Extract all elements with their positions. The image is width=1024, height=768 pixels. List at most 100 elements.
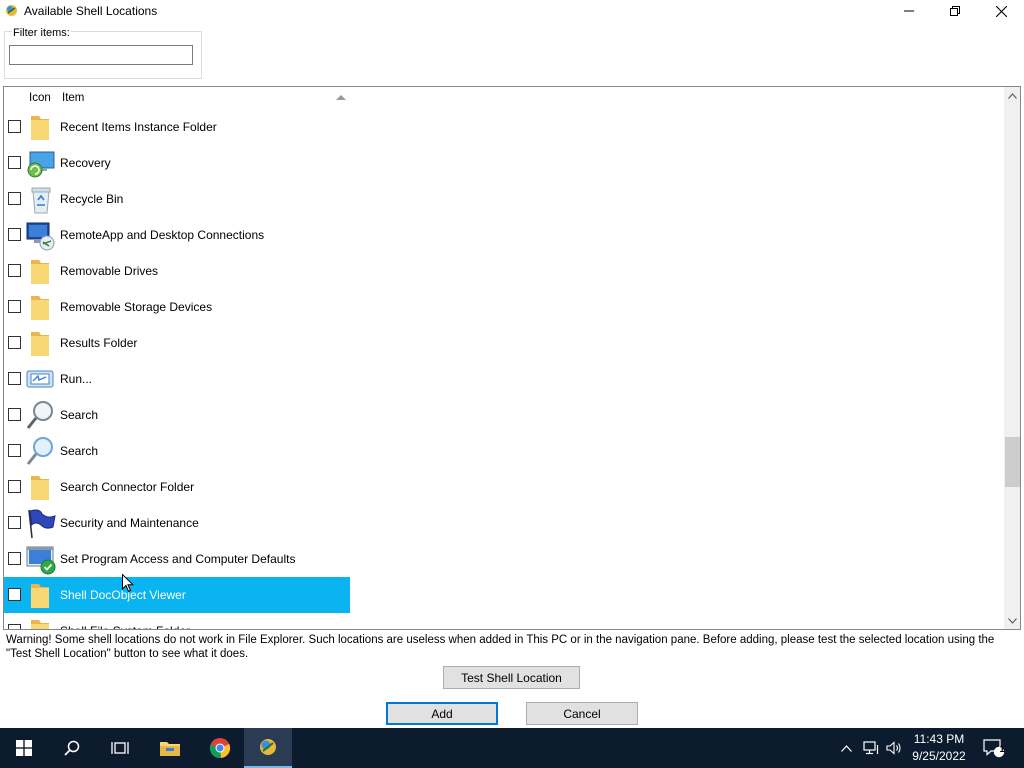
- volume-button[interactable]: [884, 728, 904, 768]
- flag-icon: [28, 509, 56, 539]
- item-label: Results Folder: [60, 336, 138, 350]
- start-icon: [16, 740, 32, 756]
- recovery-icon: [27, 151, 55, 178]
- list-item[interactable]: Run...: [4, 361, 1004, 397]
- clock-time: 11:43 PM: [913, 732, 965, 746]
- volume-icon: [886, 741, 901, 755]
- item-checkbox[interactable]: [8, 372, 21, 385]
- filter-input[interactable]: [9, 45, 193, 65]
- item-checkbox[interactable]: [8, 624, 21, 629]
- chevron-up-icon: [1008, 92, 1017, 99]
- window-title: Available Shell Locations: [24, 4, 158, 18]
- item-label: Security and Maintenance: [60, 516, 199, 530]
- list-item[interactable]: Recovery: [4, 145, 1004, 181]
- vertical-scrollbar[interactable]: [1004, 87, 1020, 629]
- item-label: RemoteApp and Desktop Connections: [60, 228, 265, 242]
- item-checkbox[interactable]: [8, 444, 21, 457]
- list-item[interactable]: Search: [4, 397, 1004, 433]
- taskbar-clock[interactable]: 11:43 PM 9/25/2022: [902, 731, 976, 765]
- item-checkbox[interactable]: [8, 300, 21, 313]
- cancel-button[interactable]: Cancel: [526, 702, 638, 725]
- mouse-cursor-icon: [122, 574, 134, 593]
- list-item[interactable]: RemoteApp and Desktop Connections: [4, 217, 1004, 253]
- search-icon: [26, 401, 53, 429]
- list-item[interactable]: Search Connector Folder: [4, 469, 1004, 505]
- chevron-down-icon: [1008, 617, 1017, 624]
- item-checkbox[interactable]: [8, 408, 21, 421]
- file-explorer-icon: [160, 742, 180, 756]
- folder-icon: [31, 296, 49, 320]
- shell-app-taskbar-button[interactable]: [244, 728, 292, 768]
- list-item[interactable]: Recycle Bin: [4, 181, 1004, 217]
- list-item[interactable]: Shell DocObject Viewer: [4, 577, 1004, 613]
- item-label: Recent Items Instance Folder: [60, 120, 217, 134]
- task-view-button[interactable]: [96, 728, 144, 768]
- item-checkbox[interactable]: [8, 192, 21, 205]
- show-hidden-icons-button[interactable]: [836, 728, 856, 768]
- list-item[interactable]: Removable Storage Devices: [4, 289, 1004, 325]
- folder-icon: [31, 116, 49, 140]
- file-explorer-button[interactable]: [146, 728, 194, 768]
- shell-locations-list[interactable]: Icon Item Recent Items Instance Folder Re…: [3, 86, 1021, 630]
- list-item[interactable]: Shell File System Folder: [4, 613, 1004, 629]
- taskbar-search-button[interactable]: [48, 728, 96, 768]
- remote-app-icon: [26, 222, 55, 251]
- list-item[interactable]: Results Folder: [4, 325, 1004, 361]
- network-icon: [863, 741, 879, 755]
- item-checkbox[interactable]: [8, 552, 21, 565]
- item-checkbox[interactable]: [8, 516, 21, 529]
- item-checkbox[interactable]: [8, 264, 21, 277]
- scroll-up-button[interactable]: [1004, 87, 1020, 104]
- program-defaults-icon: [26, 546, 56, 575]
- folder-icon: [31, 260, 49, 284]
- close-button[interactable]: [978, 0, 1024, 22]
- item-label: Shell File System Folder: [60, 624, 190, 629]
- minimize-button[interactable]: [886, 0, 932, 22]
- scroll-down-button[interactable]: [1004, 612, 1020, 629]
- taskbar: 11:43 PM 9/25/2022 1: [0, 728, 1024, 768]
- minimize-icon: [904, 10, 914, 12]
- list-item[interactable]: Set Program Access and Computer Defaults: [4, 541, 1004, 577]
- item-checkbox[interactable]: [8, 480, 21, 493]
- column-header-icon[interactable]: Icon: [29, 92, 51, 104]
- list-item[interactable]: Search: [4, 433, 1004, 469]
- list-item[interactable]: Security and Maintenance: [4, 505, 1004, 541]
- item-label: Search: [60, 408, 99, 422]
- chrome-icon: [209, 738, 231, 759]
- item-label: Recovery: [60, 156, 111, 170]
- folder-icon: [31, 620, 49, 629]
- list-item[interactable]: Recent Items Instance Folder: [4, 109, 1004, 145]
- chevron-up-icon: [840, 744, 852, 752]
- scrollbar-thumb[interactable]: [1005, 437, 1020, 487]
- sort-ascending-icon: [336, 95, 346, 100]
- shell-app-icon: [260, 739, 276, 755]
- item-checkbox[interactable]: [8, 228, 21, 241]
- close-icon: [995, 5, 1007, 17]
- folder-icon: [31, 584, 49, 608]
- item-label: Set Program Access and Computer Defaults: [60, 552, 296, 566]
- item-checkbox[interactable]: [8, 336, 21, 349]
- restore-icon: [950, 6, 960, 16]
- start-button[interactable]: [0, 728, 48, 768]
- add-button[interactable]: Add: [386, 702, 498, 725]
- folder-icon: [31, 332, 49, 356]
- restore-button[interactable]: [932, 0, 978, 22]
- search-icon: [64, 740, 80, 756]
- item-label: Recycle Bin: [60, 192, 124, 206]
- clock-date: 9/25/2022: [912, 749, 966, 763]
- test-shell-location-button[interactable]: Test Shell Location: [443, 666, 580, 689]
- chrome-button[interactable]: [196, 728, 244, 768]
- item-label: Search Connector Folder: [60, 480, 195, 494]
- search-light-icon: [26, 437, 53, 465]
- item-checkbox[interactable]: [8, 156, 21, 169]
- item-checkbox[interactable]: [8, 588, 21, 601]
- item-checkbox[interactable]: [8, 120, 21, 133]
- action-center-button[interactable]: 1: [980, 728, 1008, 768]
- recycle-bin-icon: [31, 187, 51, 214]
- network-button[interactable]: [860, 728, 882, 768]
- task-view-icon: [111, 742, 129, 754]
- list-item[interactable]: Removable Drives: [4, 253, 1004, 289]
- column-header-item[interactable]: Item: [62, 92, 84, 104]
- item-label: Run...: [60, 372, 93, 386]
- filter-label: Filter items:: [12, 27, 71, 39]
